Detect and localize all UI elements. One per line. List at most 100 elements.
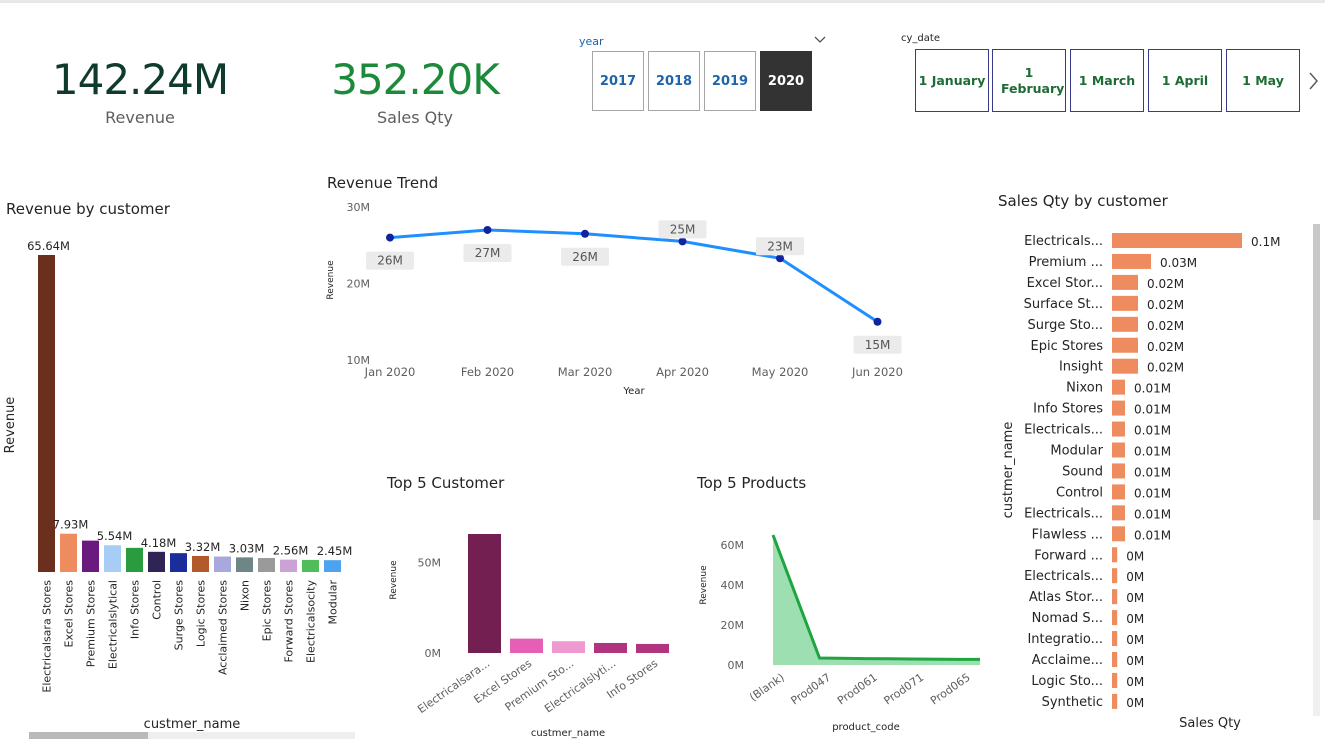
top5-customer-xlabel: custmer_name xyxy=(531,728,605,739)
bar xyxy=(1112,484,1125,500)
tick-label: Nixon xyxy=(239,580,252,611)
date-option-1-february[interactable]: 1 February xyxy=(992,49,1066,112)
revenue-trend-title: Revenue Trend xyxy=(327,174,439,192)
tick-label: Prod065 xyxy=(928,671,973,708)
chevron-down-icon[interactable] xyxy=(813,32,827,46)
sales-qty-by-customer-ylabel: custmer_name xyxy=(1001,422,1016,519)
category-label: Premium ... xyxy=(1029,255,1103,270)
tick-label: Prod061 xyxy=(835,671,880,708)
data-label: 0M xyxy=(1126,612,1144,626)
bar xyxy=(1112,379,1125,395)
revenue-by-customer-chart[interactable]: Revenue 65.64M Electricalsara Stores 7.93M… xyxy=(0,225,370,745)
x-tick-label: Apr 2020 xyxy=(656,365,709,379)
bar xyxy=(324,560,341,572)
bar xyxy=(1112,316,1138,332)
horizontal-scrollbar[interactable] xyxy=(29,732,355,739)
data-label: 0M xyxy=(1126,633,1144,647)
revenue-trend-chart[interactable]: Revenue 10M20M30M 26MJan 202027MFeb 2020… xyxy=(320,195,920,400)
sales-qty-by-customer-title: Sales Qty by customer xyxy=(998,192,1168,210)
scrollbar-thumb[interactable] xyxy=(29,732,148,739)
scrollbar-thumb[interactable] xyxy=(1313,224,1320,520)
top5-products-title: Top 5 Products xyxy=(697,474,807,492)
category-label: Flawless ... xyxy=(1032,527,1103,542)
data-label: 2.45M xyxy=(317,544,353,558)
bar xyxy=(1112,568,1118,584)
revenue-kpi-label: Revenue xyxy=(105,108,175,127)
y-tick-label: 20M xyxy=(721,619,745,632)
category-label: Acclaime... xyxy=(1032,653,1103,668)
area-fill xyxy=(773,535,980,665)
date-option-label: 1 February xyxy=(1001,64,1065,96)
data-label: 7.93M xyxy=(53,518,89,532)
y-tick-label: 0M xyxy=(728,659,745,672)
bar xyxy=(1112,337,1138,353)
category-label: Forward ... xyxy=(1034,548,1103,563)
category-label: Surge Sto... xyxy=(1028,318,1103,333)
sales-qty-card[interactable]: 352.20K Sales Qty xyxy=(315,56,515,128)
year-option-2019[interactable]: 2019 xyxy=(704,51,756,111)
date-option-1-january[interactable]: 1 January xyxy=(915,49,989,112)
category-label: Electricals... xyxy=(1024,423,1103,438)
bar xyxy=(1112,295,1138,311)
vertical-scrollbar[interactable] xyxy=(1313,224,1320,716)
data-label: 25M xyxy=(670,222,696,236)
y-tick-label: 60M xyxy=(721,539,745,552)
bar xyxy=(1112,358,1138,374)
x-tick-label: Jan 2020 xyxy=(364,365,416,379)
tick-label: Electricalsocity xyxy=(305,580,318,663)
bar xyxy=(1112,631,1118,647)
date-option-1-march[interactable]: 1 March xyxy=(1070,49,1144,112)
data-label: 0.01M xyxy=(1134,424,1171,438)
top5-products-ylabel: Revenue xyxy=(699,565,709,605)
tick-label: Electricalsara Stores xyxy=(41,580,54,693)
category-label: Surface St... xyxy=(1024,297,1103,312)
year-option-2020[interactable]: 2020 xyxy=(760,51,812,111)
data-label: 65.64M xyxy=(27,239,70,253)
bar xyxy=(1112,547,1118,563)
chevron-right-icon[interactable] xyxy=(1306,70,1320,92)
sales-qty-by-customer-chart[interactable]: custmer_name Electricals... 0.1M Premium .… xyxy=(990,220,1325,745)
year-option-2017[interactable]: 2017 xyxy=(592,51,644,111)
data-label: 0M xyxy=(1126,591,1144,605)
category-label: Modular xyxy=(1050,444,1103,459)
bar xyxy=(1112,505,1125,521)
bar xyxy=(1112,589,1118,605)
bar xyxy=(1112,672,1118,688)
data-point xyxy=(483,225,492,234)
bar xyxy=(1112,274,1138,290)
top5-customer-chart[interactable]: Revenue 0M50MElectricalsara...Excel Stor… xyxy=(380,500,680,745)
tick-label: (Blank) xyxy=(747,671,787,704)
bar xyxy=(302,559,319,572)
tick-label: Logic Stores xyxy=(195,580,208,647)
date-option-1-may[interactable]: 1 May xyxy=(1226,49,1300,112)
category-label: Info Stores xyxy=(1033,402,1103,417)
tick-label: Modular xyxy=(327,580,340,625)
data-label: 0M xyxy=(1126,696,1144,710)
data-point xyxy=(386,233,394,242)
date-option-1-april[interactable]: 1 April xyxy=(1148,49,1222,112)
bar xyxy=(1112,253,1151,269)
y-tick-label: 30M xyxy=(347,201,371,214)
category-label: Control xyxy=(1056,485,1103,500)
data-label: 0.01M xyxy=(1134,465,1171,479)
revenue-card[interactable]: 142.24M Revenue xyxy=(40,56,240,128)
y-tick-label: 50M xyxy=(418,556,442,569)
year-option-2018[interactable]: 2018 xyxy=(648,51,700,111)
bar xyxy=(192,555,209,572)
data-label: 26M xyxy=(377,254,403,268)
revenue-by-customer-ylabel: Revenue xyxy=(3,397,18,454)
category-label: Atlas Stor... xyxy=(1029,590,1103,605)
data-label: 0M xyxy=(1126,654,1144,668)
data-label: 0.02M xyxy=(1147,340,1184,354)
bar xyxy=(258,557,275,572)
revenue-by-customer-xlabel: custmer_name xyxy=(144,717,241,732)
bar xyxy=(60,533,77,572)
series-line xyxy=(389,228,879,324)
bar xyxy=(148,551,165,572)
revenue-by-customer-title: Revenue by customer xyxy=(6,200,170,218)
date-slicer-title: cy_date xyxy=(901,33,940,44)
data-label: 0.1M xyxy=(1251,235,1280,249)
top5-customer-ylabel: Revenue xyxy=(389,560,399,600)
top5-products-chart[interactable]: Revenue 0M 20M 40M 60M (Blank) Prod047 Prod061… xyxy=(690,500,980,745)
data-label: 0.01M xyxy=(1134,528,1171,542)
